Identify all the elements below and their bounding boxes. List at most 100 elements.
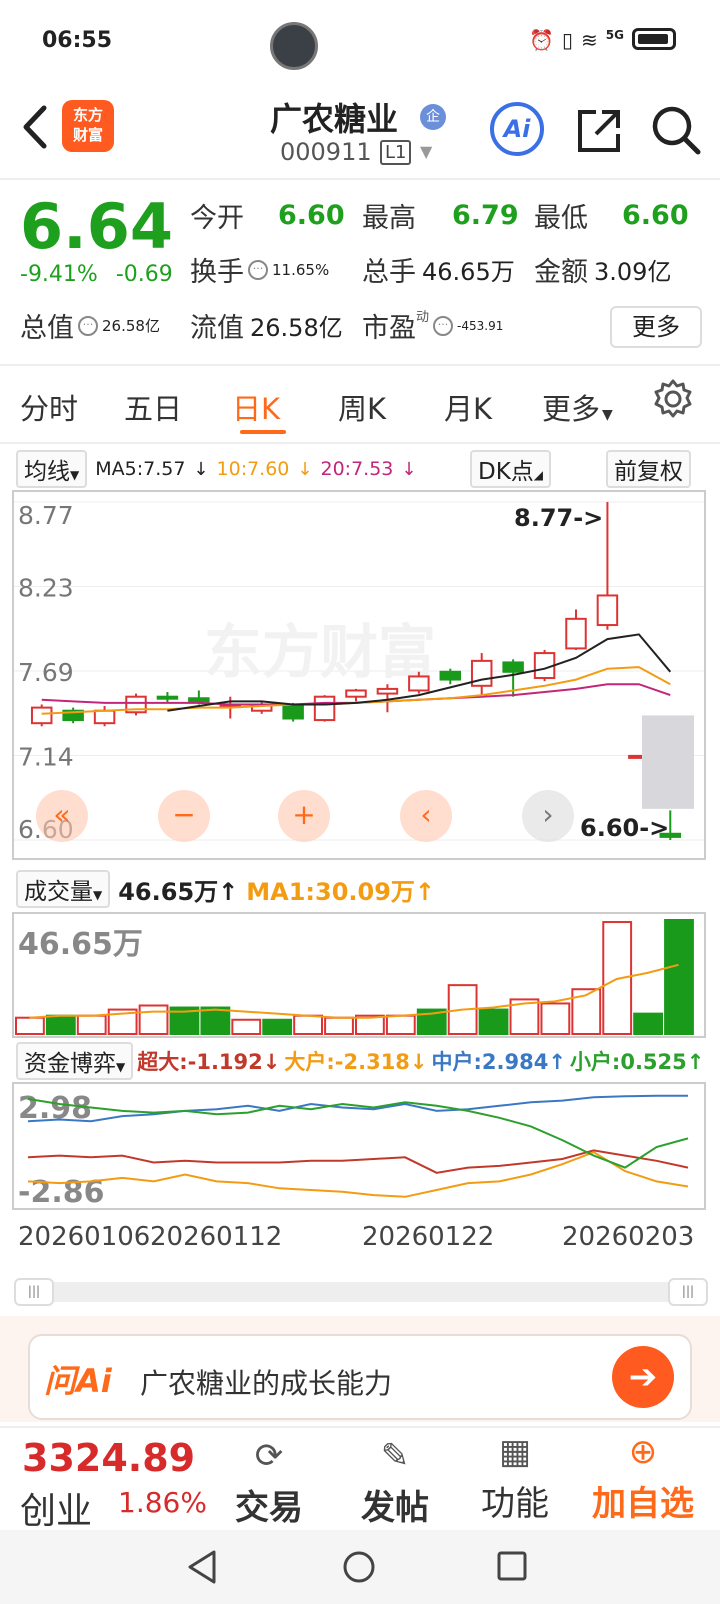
status-time: 06:55	[42, 28, 113, 53]
tab-intraday[interactable]: 分时	[20, 386, 78, 428]
tab-five-day[interactable]: 五日	[124, 386, 182, 428]
arrow-right-icon[interactable]: ➔	[612, 1346, 674, 1408]
rewind-icon[interactable]: «	[36, 790, 88, 842]
high-marker: 8.77->	[514, 504, 603, 532]
volume-select-label: 成交量	[24, 879, 93, 905]
alarm-icon: ⏰	[529, 28, 555, 52]
volume-ma1: MA1:30.09万↑	[246, 877, 436, 906]
volume-bar	[231, 1018, 262, 1035]
stock-name: 广农糖业	[270, 100, 399, 138]
volume-toolbar: 成交量▼ 46.65万↑ MA1:30.09万↑	[16, 870, 435, 908]
volume-bar	[76, 1014, 107, 1036]
funds-chart[interactable]: 2.98 -2.86	[12, 1082, 706, 1210]
status-bar: 06:55 ⏰ ▯ ≋ 5G	[0, 0, 720, 88]
ai-button[interactable]: Ai	[490, 102, 544, 156]
trade-label: 交易	[235, 1488, 303, 1528]
zoom-out-icon[interactable]: −	[158, 790, 210, 842]
nav-home-icon[interactable]	[342, 1550, 376, 1588]
volume-bar	[664, 919, 694, 1035]
tab-monthly-k[interactable]: 月K	[444, 386, 492, 428]
stock-header: 东方 财富 广农糖业 企 000911 L1 ▼ Ai	[0, 88, 720, 180]
info-icon[interactable]: ···	[78, 315, 98, 336]
search-icon[interactable]	[650, 104, 702, 156]
add-watchlist-button[interactable]: ⊕ 加自选	[588, 1428, 698, 1525]
features-button[interactable]: ▦ 功能	[460, 1428, 570, 1525]
candle-body	[93, 709, 116, 725]
scroll-handle-right[interactable]: |||	[668, 1278, 708, 1306]
nav-back-icon[interactable]	[186, 1550, 218, 1588]
y-axis-label: 7.14	[18, 743, 74, 772]
funds-line-medium	[27, 1094, 688, 1123]
volume-select[interactable]: 成交量▼	[16, 870, 111, 908]
next-icon[interactable]: ›	[522, 790, 574, 842]
funds-select[interactable]: 资金博弈▼	[16, 1042, 134, 1080]
x-label: 20260122	[362, 1222, 495, 1252]
candle-body	[188, 697, 210, 703]
high-label: 最高	[362, 203, 416, 234]
volume-bar	[138, 1004, 169, 1035]
tab-more[interactable]: 更多 ▼	[542, 386, 613, 428]
settings-gear-icon[interactable]	[652, 378, 694, 427]
tab-weekly-k[interactable]: 周K	[338, 386, 386, 428]
candle-body	[565, 617, 587, 650]
candle-body	[439, 670, 462, 681]
funds-select-label: 资金博弈	[24, 1051, 116, 1077]
chart-scrollbar[interactable]	[14, 1282, 706, 1302]
volume-bar	[262, 1018, 293, 1035]
pe-group: 市盈 动 ··· -453.91	[362, 306, 503, 345]
mktcap-group: 总值 ··· 26.58亿	[20, 306, 160, 345]
volume-y-label: 46.65万	[18, 927, 143, 962]
yen-cycle-icon: ⟳	[254, 1436, 284, 1476]
high-group: 最高 6.79	[362, 196, 519, 235]
adjust-select[interactable]: 前复权	[606, 450, 691, 488]
tab-more-label: 更多	[542, 392, 601, 426]
prev-icon[interactable]: ‹	[400, 790, 452, 842]
scroll-handle-left[interactable]: |||	[14, 1278, 54, 1306]
amount-value: 3.09亿	[594, 258, 672, 286]
open-value: 6.60	[278, 200, 345, 231]
selection-shade	[642, 715, 694, 809]
volume-chart[interactable]: 46.65万	[12, 912, 706, 1038]
low-marker: 6.60->	[580, 814, 669, 842]
info-icon[interactable]: ···	[248, 259, 268, 280]
funds-toolbar: 资金博弈▼ 超大:-1.192↓ 大户:-2.318↓ 中户:2.984↑ 小户…	[16, 1042, 704, 1080]
share-icon[interactable]	[574, 106, 624, 156]
volume-value: 46.65万	[422, 258, 515, 286]
more-button[interactable]: 更多	[610, 306, 702, 348]
small-value: 小户:0.525↑	[569, 1050, 705, 1074]
back-icon[interactable]	[16, 102, 56, 152]
index-value[interactable]: 3324.89	[22, 1436, 195, 1480]
ma10-value: 10:7.60	[216, 458, 290, 480]
battery-icon	[632, 28, 676, 50]
quote-row-1: 今开 6.60	[190, 196, 358, 235]
pe-superscript: 动	[416, 310, 430, 325]
low-value: 6.60	[622, 200, 689, 231]
zoom-in-icon[interactable]: +	[278, 790, 330, 842]
candle-body	[30, 706, 53, 725]
caret-down-icon: ▼	[70, 468, 80, 482]
nav-recents-icon[interactable]	[496, 1550, 528, 1586]
status-icons: ⏰ ▯ ≋ 5G	[529, 28, 676, 52]
pe-value: -453.91	[457, 318, 504, 333]
trade-button[interactable]: ⟳ 交易	[214, 1432, 324, 1529]
kline-chart[interactable]: 东方财富8.778.237.697.146.608.77->6.60-> « −…	[12, 490, 706, 860]
chart-toolbar: 均线▼ MA5:7.57 ↓ 10:7.60 ↓ 20:7.53 ↓	[16, 450, 416, 488]
tab-daily-k[interactable]: 日K	[232, 386, 280, 428]
caret-down-icon[interactable]: ▼	[420, 142, 432, 161]
index-name[interactable]: 创业	[20, 1482, 92, 1534]
high-value: 6.79	[452, 200, 519, 231]
turnover-group: 换手 ··· 11.65%	[190, 250, 329, 289]
wifi-icon: ≋	[581, 28, 598, 52]
info-icon[interactable]: ···	[433, 315, 454, 336]
dk-label: DK点	[478, 459, 534, 485]
index-pct: 1.86%	[118, 1486, 207, 1519]
features-label: 功能	[481, 1484, 549, 1524]
y-axis-label: 7.69	[18, 658, 74, 687]
dk-select[interactable]: DK点◢	[470, 450, 552, 488]
y-axis-label: 8.77	[18, 501, 74, 530]
post-button[interactable]: ✎ 发帖	[340, 1432, 450, 1529]
ma-select[interactable]: 均线▼	[16, 450, 88, 488]
ask-ai-prompt[interactable]: 广农糖业的成长能力	[140, 1362, 392, 1402]
level-badge[interactable]: L1	[380, 140, 412, 165]
caret-down-icon: ▼	[602, 407, 613, 423]
